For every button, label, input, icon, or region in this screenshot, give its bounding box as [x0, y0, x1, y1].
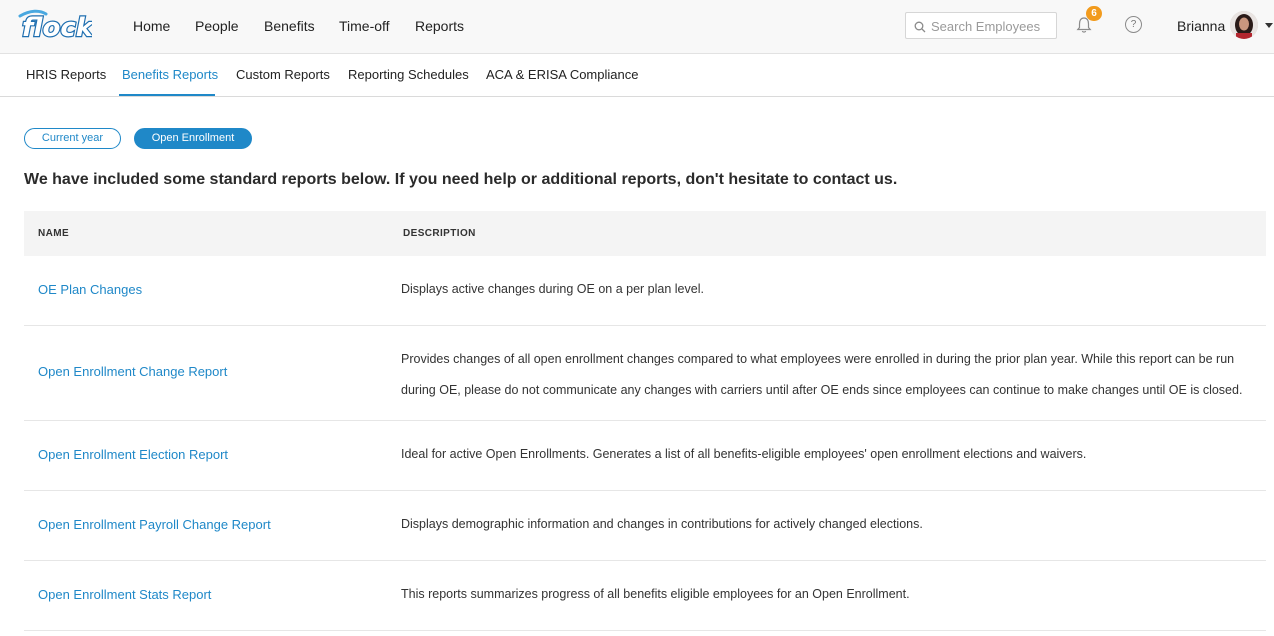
tab-benefits-reports[interactable]: Benefits Reports [122, 67, 218, 82]
report-description: Provides changes of all open enrollment … [401, 352, 1243, 397]
nav-time-off[interactable]: Time-off [339, 18, 390, 34]
intro-text: We have included some standard reports b… [24, 171, 898, 188]
user-name[interactable]: Brianna [1177, 18, 1225, 34]
nav-benefits[interactable]: Benefits [264, 18, 315, 34]
report-description: Ideal for active Open Enrollments. Gener… [401, 447, 1087, 461]
column-header-description: DESCRIPTION [403, 228, 476, 239]
report-link[interactable]: Open Enrollment Change Report [38, 364, 227, 379]
tab-hris-reports[interactable]: HRIS Reports [26, 67, 106, 82]
table-row: Open Enrollment Payroll Change Report Di… [24, 491, 1266, 561]
search-box[interactable] [905, 12, 1057, 39]
top-header: flock Home People Benefits Time-off Repo… [0, 0, 1274, 54]
avatar-image [1230, 11, 1258, 39]
flock-logo[interactable]: flock [16, 6, 92, 44]
logo-text: flock [22, 13, 92, 43]
report-description: This reports summarizes progress of all … [401, 587, 910, 601]
report-link[interactable]: Open Enrollment Payroll Change Report [38, 517, 271, 532]
table-row: Open Enrollment Election Report Ideal fo… [24, 421, 1266, 491]
search-icon [914, 21, 926, 33]
search-input[interactable] [931, 16, 1053, 36]
nav-people[interactable]: People [195, 18, 239, 34]
report-description: Displays active changes during OE on a p… [401, 282, 704, 296]
help-icon[interactable]: ? [1125, 16, 1142, 33]
open-enrollment-filter[interactable]: Open Enrollment [134, 128, 252, 149]
reports-subnav: HRIS Reports Benefits Reports Custom Rep… [0, 54, 1274, 97]
flock-logo-graphic: flock [18, 9, 92, 44]
nav-home[interactable]: Home [133, 18, 170, 34]
active-tab-indicator [119, 94, 215, 96]
current-year-filter[interactable]: Current year [24, 128, 121, 149]
table-row: Open Enrollment Stats Report This report… [24, 561, 1266, 631]
table-row: OE Plan Changes Displays active changes … [24, 256, 1266, 326]
column-header-name: NAME [38, 228, 70, 239]
table-header: NAME DESCRIPTION [24, 211, 1266, 256]
tab-reporting-schedules[interactable]: Reporting Schedules [348, 67, 469, 82]
report-link[interactable]: Open Enrollment Election Report [38, 447, 228, 462]
report-link[interactable]: OE Plan Changes [38, 282, 142, 297]
nav-reports[interactable]: Reports [415, 18, 464, 34]
tab-custom-reports[interactable]: Custom Reports [236, 67, 330, 82]
tab-aca-erisa-compliance[interactable]: ACA & ERISA Compliance [486, 67, 638, 82]
user-menu-caret[interactable] [1265, 23, 1273, 28]
avatar[interactable] [1230, 11, 1258, 39]
table-row: Open Enrollment Change Report Provides c… [24, 326, 1266, 421]
report-description: Displays demographic information and cha… [401, 517, 923, 531]
notification-badge: 6 [1086, 6, 1102, 21]
report-link[interactable]: Open Enrollment Stats Report [38, 587, 211, 602]
